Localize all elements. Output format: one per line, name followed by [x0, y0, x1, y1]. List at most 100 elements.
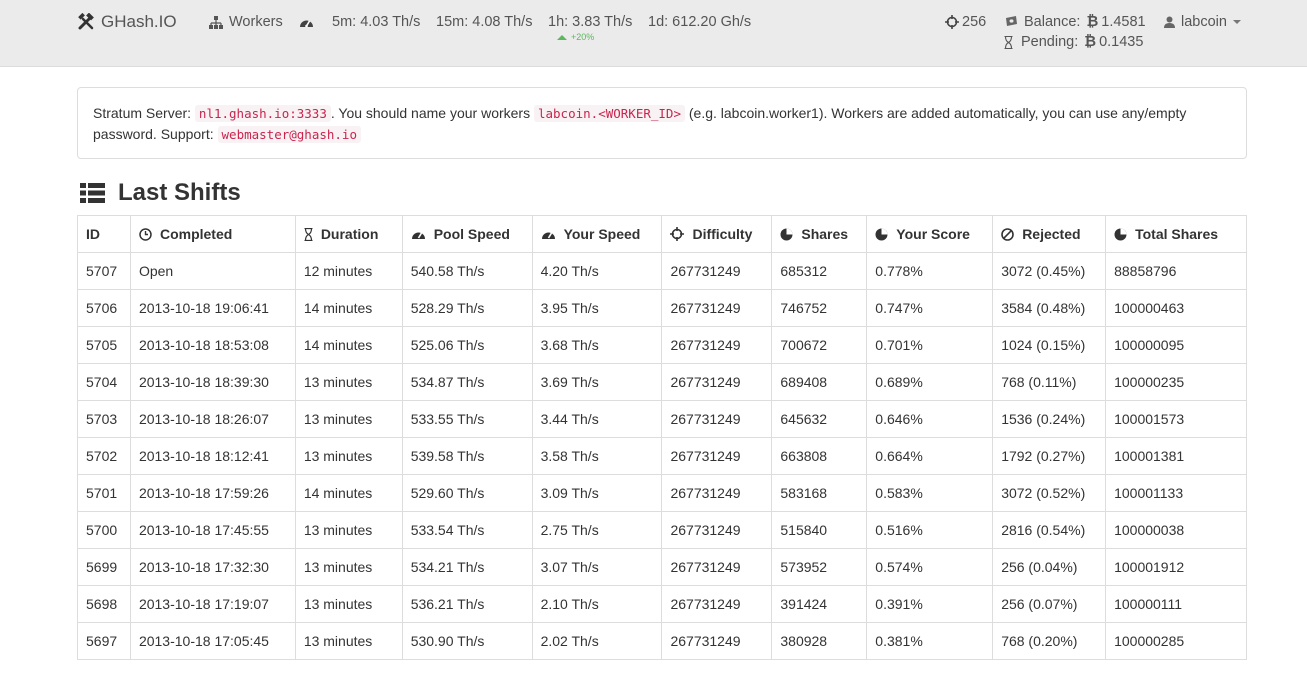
table-row: 5699 2013-10-18 17:32:30 13 minutes 534.21 … [77, 548, 1247, 586]
table-row: 5706 2013-10-18 19:06:41 14 minutes 528.29 … [77, 289, 1247, 327]
cell-shares: 391424 [771, 585, 868, 623]
dashboard-icon [411, 232, 425, 239]
cell-total-shares: 100001573 [1105, 400, 1247, 438]
cell-pool-speed: 528.29 Th/s [401, 289, 533, 327]
cell-rejected: 768 (0.11%) [992, 363, 1107, 401]
cell-your-speed: 3.95 Th/s [531, 289, 663, 327]
list-icon [80, 183, 105, 203]
ban-icon [1001, 227, 1014, 241]
balance: Balance: ₿ 1.4581 [1004, 12, 1146, 32]
dashboard-icon-wrap [299, 12, 314, 32]
cell-difficulty: 267731249 [661, 511, 773, 549]
cell-difficulty: 267731249 [661, 548, 773, 586]
pie-chart-icon [875, 228, 888, 240]
pie-chart-icon [1114, 228, 1127, 240]
cell-pool-speed: 533.55 Th/s [401, 400, 533, 438]
cell-your-speed: 3.68 Th/s [531, 326, 663, 364]
cell-pool-speed: 536.21 Th/s [401, 585, 533, 623]
cell-shares: 515840 [771, 511, 868, 549]
cell-completed: 2013-10-18 18:53:08 [129, 326, 296, 364]
cell-your-speed: 4.20 Th/s [531, 252, 663, 290]
balance-value: 1.4581 [1101, 14, 1146, 30]
user-name: labcoin [1181, 14, 1227, 30]
user-menu[interactable]: labcoin [1164, 12, 1241, 32]
cell-rejected: 768 (0.20%) [992, 622, 1107, 660]
support-email[interactable]: webmaster@ghash.io [217, 126, 361, 143]
cell-total-shares: 100000111 [1105, 585, 1247, 623]
table-row: 5700 2013-10-18 17:45:55 13 minutes 533.54 … [77, 511, 1247, 549]
top-navbar: GHash.IO Workers 5m: 4.03 Th/s 15m: 4.08… [0, 0, 1307, 67]
cell-your-speed: 2.75 Th/s [531, 511, 663, 549]
cell-completed: 2013-10-18 18:39:30 [129, 363, 296, 401]
cell-total-shares: 88858796 [1105, 252, 1247, 290]
section-title: Last Shifts [118, 179, 241, 206]
cell-pool-speed: 539.58 Th/s [401, 437, 533, 475]
cell-pool-speed: 534.87 Th/s [401, 363, 533, 401]
cell-rejected: 3072 (0.52%) [992, 474, 1107, 512]
bitcoin-icon: ₿ [1086, 14, 1099, 30]
cell-your-speed: 3.44 Th/s [531, 400, 663, 438]
cell-shares: 746752 [771, 289, 868, 327]
cell-rejected: 2816 (0.54%) [992, 511, 1107, 549]
cell-total-shares: 100000095 [1105, 326, 1247, 364]
cell-your-score: 0.381% [866, 622, 994, 660]
cell-your-score: 0.391% [866, 585, 994, 623]
speed-1d: 1d: 612.20 Gh/s [648, 14, 752, 30]
cell-duration: 14 minutes [294, 474, 403, 512]
crosshairs-icon [945, 15, 959, 29]
cell-id: 5699 [77, 548, 131, 586]
cell-duration: 13 minutes [294, 548, 403, 586]
section-heading: Last Shifts [80, 177, 241, 209]
table-row: 5697 2013-10-18 17:05:45 13 minutes 530.90 … [77, 622, 1247, 660]
cell-difficulty: 267731249 [661, 252, 773, 290]
cell-your-speed: 3.09 Th/s [531, 474, 663, 512]
info-prefix: Stratum Server: [93, 105, 192, 121]
clock-icon [139, 227, 152, 241]
balance-label: Balance: [1024, 14, 1081, 30]
cell-rejected: 256 (0.07%) [992, 585, 1107, 623]
col-duration: Duration [294, 215, 403, 253]
cell-total-shares: 100000235 [1105, 363, 1247, 401]
workers-link[interactable]: Workers [209, 12, 283, 32]
cell-pool-speed: 534.21 Th/s [401, 548, 533, 586]
cell-completed: 2013-10-18 17:05:45 [129, 622, 296, 660]
cell-rejected: 3584 (0.48%) [992, 289, 1107, 327]
cell-id: 5703 [77, 400, 131, 438]
cell-id: 5701 [77, 474, 131, 512]
cell-your-score: 0.778% [866, 252, 994, 290]
cell-shares: 380928 [771, 622, 868, 660]
cell-pool-speed: 529.60 Th/s [401, 474, 533, 512]
cell-your-speed: 3.58 Th/s [531, 437, 663, 475]
tools-icon [78, 13, 94, 30]
worker-count[interactable]: 256 [945, 12, 986, 32]
cell-pool-speed: 530.90 Th/s [401, 622, 533, 660]
cell-id: 5698 [77, 585, 131, 623]
speed-15m: 15m: 4.08 Th/s [436, 14, 533, 30]
cell-completed: 2013-10-18 17:19:07 [129, 585, 296, 623]
dashboard-icon [300, 20, 313, 27]
cell-id: 5706 [77, 289, 131, 327]
money-icon [1006, 16, 1017, 26]
shifts-table: ID Completed Duration Pool Speed Your Sp… [77, 215, 1247, 660]
col-pool-speed: Pool Speed [401, 215, 533, 253]
cell-difficulty: 267731249 [661, 363, 773, 401]
cell-completed: 2013-10-18 19:06:41 [129, 289, 296, 327]
cell-duration: 13 minutes [294, 400, 403, 438]
cell-your-speed: 2.10 Th/s [531, 585, 663, 623]
cell-total-shares: 100000285 [1105, 622, 1247, 660]
cell-pool-speed: 525.06 Th/s [401, 326, 533, 364]
cell-completed: 2013-10-18 18:26:07 [129, 400, 296, 438]
cell-pool-speed: 540.58 Th/s [401, 252, 533, 290]
cell-completed: 2013-10-18 17:59:26 [129, 474, 296, 512]
cell-difficulty: 267731249 [661, 326, 773, 364]
cell-your-score: 0.646% [866, 400, 994, 438]
brand-link[interactable]: GHash.IO [77, 12, 177, 32]
col-shares: Shares [771, 215, 868, 253]
cell-total-shares: 100000038 [1105, 511, 1247, 549]
cell-completed: Open [129, 252, 296, 290]
cell-shares: 583168 [771, 474, 868, 512]
table-row: 5705 2013-10-18 18:53:08 14 minutes 525.06 … [77, 326, 1247, 364]
stratum-server-code: nl1.ghash.io:3333 [194, 105, 331, 122]
cell-completed: 2013-10-18 17:45:55 [129, 511, 296, 549]
pie-chart-icon [780, 228, 793, 240]
